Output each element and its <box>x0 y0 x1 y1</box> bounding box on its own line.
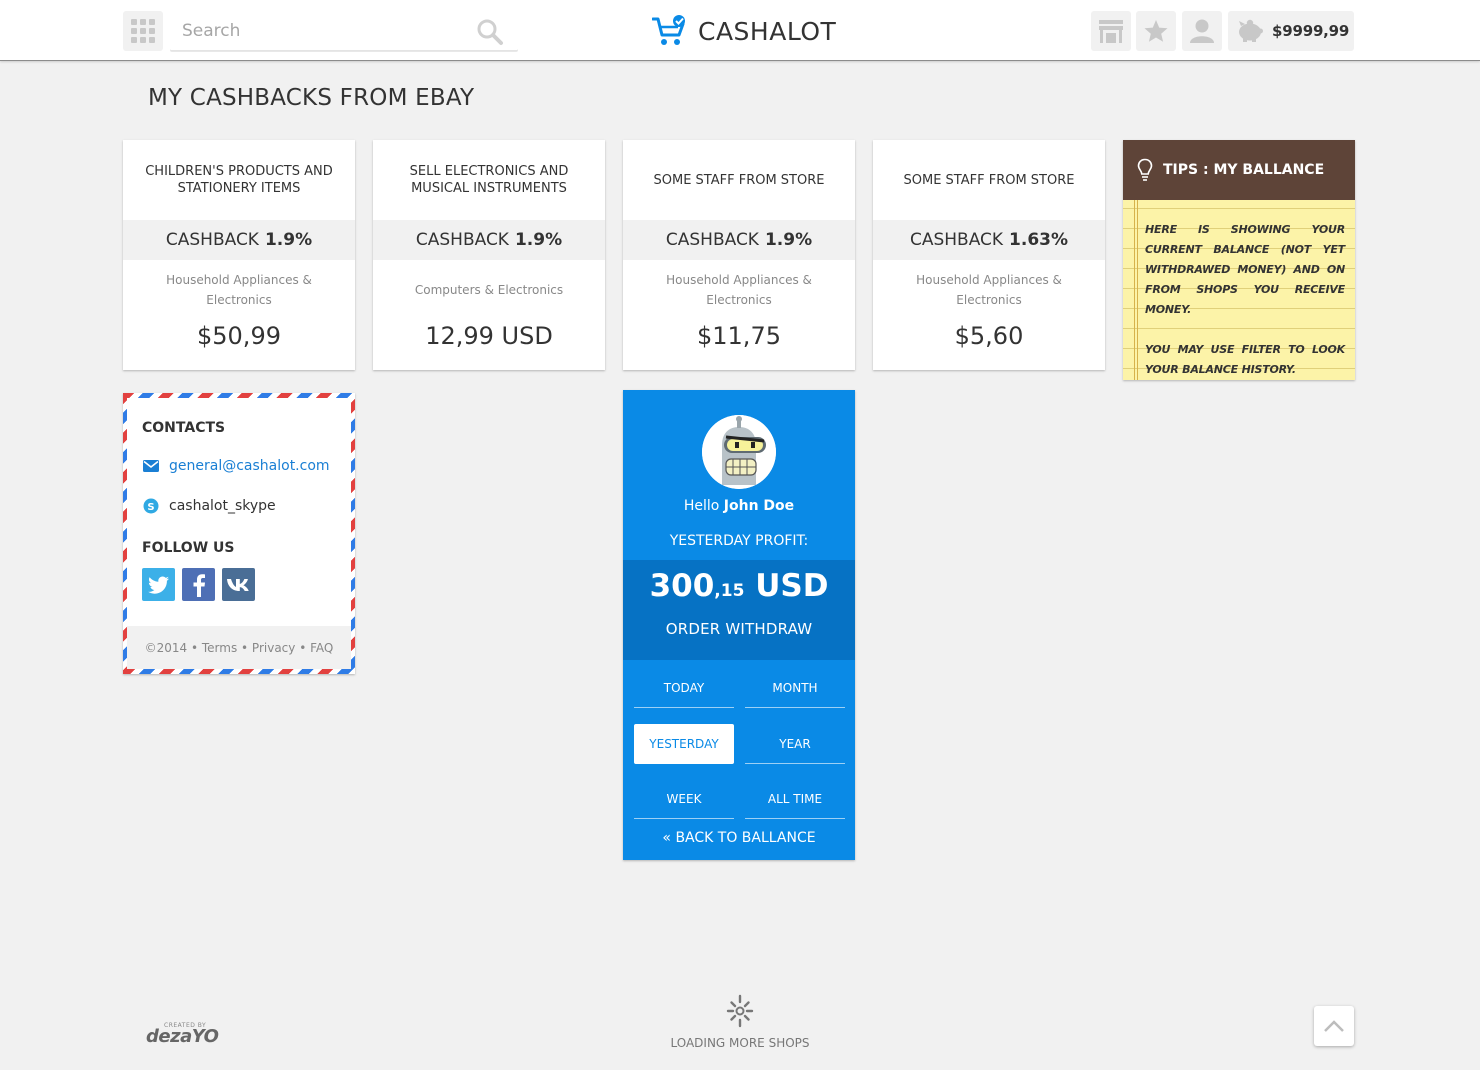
facebook-button[interactable] <box>182 568 215 601</box>
period-today[interactable]: TODAY <box>634 668 734 708</box>
chevron-up-icon <box>1324 1020 1344 1032</box>
contact-skype-name[interactable]: cashalot_skype <box>169 498 276 514</box>
logo-text: CASHALOT <box>698 16 837 46</box>
shop-card-cashback: CASHBACK 1.63% <box>873 220 1105 260</box>
loading-more-shops[interactable]: LOADING MORE SHOPS <box>0 994 1480 1050</box>
back-to-balance-link[interactable]: « BACK TO BALLANCE <box>623 830 855 846</box>
tips-paragraph: YOU MAY USE FILTER TO LOOK YOUR BALANCE … <box>1145 343 1345 376</box>
page-title: MY CASHBACKS FROM EBAY <box>148 85 475 111</box>
lightbulb-icon <box>1137 158 1153 181</box>
cashback-label: CASHBACK <box>909 230 1004 250</box>
apps-menu-button[interactable] <box>123 11 163 51</box>
profit-label: YESTERDAY PROFIT: <box>669 533 809 549</box>
user-name: John Doe <box>723 498 795 514</box>
profile-button[interactable] <box>1182 11 1222 51</box>
contacts-heading: CONTACTS <box>142 420 226 436</box>
star-icon <box>1144 20 1168 42</box>
shop-card[interactable]: CHILDREN'S PRODUCTS AND STATIONERY ITEMS… <box>123 140 355 370</box>
cashback-label: CASHBACK <box>415 230 509 250</box>
shop-card[interactable]: SELL ELECTRONICS AND MUSICAL INSTRUMENTS… <box>373 140 605 370</box>
profit-currency: USD <box>755 568 829 604</box>
piggy-bank-icon <box>1239 19 1263 42</box>
tips-title: TIPS : MY BALLANCE <box>1163 162 1325 178</box>
top-header: CASHALOT $9999,99 <box>0 0 1480 61</box>
profit-box: 300,15 USD ORDER WITHDRAW <box>623 560 855 660</box>
balance-amount: $9999,99 <box>1272 22 1350 40</box>
greeting: Hello John Doe <box>623 498 855 514</box>
twitter-button[interactable] <box>142 568 175 601</box>
loading-text: LOADING MORE SHOPS <box>670 1036 810 1050</box>
period-week[interactable]: WEEK <box>634 779 734 819</box>
tips-header: TIPS : MY BALLANCE <box>1123 140 1355 200</box>
user-avatar[interactable] <box>702 415 776 489</box>
shop-card-category: Household Appliances & Electronics <box>666 273 812 307</box>
shop-card-title: CHILDREN'S PRODUCTS AND STATIONERY ITEMS <box>145 164 333 196</box>
period-yesterday[interactable]: YESTERDAY <box>634 724 734 764</box>
svg-text:S: S <box>147 502 154 513</box>
cashback-label: CASHBACK <box>165 230 259 250</box>
social-links <box>142 568 262 601</box>
shop-card-price: $50,99 <box>197 322 281 350</box>
profit-amount: 300,15 USD <box>623 568 855 604</box>
vk-icon <box>226 578 249 591</box>
shop-card-title: SOME STAFF FROM STORE <box>903 172 1075 188</box>
shop-card-cashback: CASHBACK 1.9% <box>373 220 605 260</box>
period-month[interactable]: MONTH <box>745 668 845 708</box>
contact-email-row: general@cashalot.com <box>142 457 330 475</box>
shop-card-cashback: CASHBACK 1.9% <box>123 220 355 260</box>
skype-icon: S <box>142 497 160 515</box>
shop-card-category: Household Appliances & Electronics <box>166 273 312 307</box>
tips-paragraph: HERE IS SHOWING YOUR CURRENT BALANCE (NO… <box>1145 223 1345 316</box>
cashback-value: 1.63% <box>1009 230 1069 250</box>
tips-notepad: HERE IS SHOWING YOUR CURRENT BALANCE (NO… <box>1123 200 1355 380</box>
cart-check-icon <box>652 15 685 45</box>
cashback-value: 1.9% <box>514 230 563 250</box>
logo[interactable]: CASHALOT <box>652 14 836 48</box>
shop-card-category: Computers & Electronics <box>414 283 564 297</box>
contact-email-link[interactable]: general@cashalot.com <box>169 458 330 474</box>
grid-icon <box>131 19 155 43</box>
period-all-time[interactable]: ALL TIME <box>745 779 845 819</box>
contact-skype-row: S cashalot_skype <box>142 497 276 515</box>
cashback-value: 1.9% <box>264 230 313 250</box>
robot-avatar-icon <box>702 415 776 489</box>
order-withdraw-button[interactable]: ORDER WITHDRAW <box>623 620 855 638</box>
loading-spinner-icon <box>726 994 754 1028</box>
contacts-footer-links[interactable]: ©2014 • Terms • Privacy • FAQ <box>127 626 351 669</box>
greeting-hello: Hello <box>683 498 720 514</box>
contacts-card: CONTACTS general@cashalot.com S cashalot… <box>123 393 355 674</box>
shop-card-title: SELL ELECTRONICS AND MUSICAL INSTRUMENTS <box>409 164 569 196</box>
shop-card-price: $5,60 <box>954 322 1024 350</box>
shop-card[interactable]: SOME STAFF FROM STORE CASHBACK 1.63% Hous… <box>873 140 1105 370</box>
profile-panel: Hello John Doe YESTERDAY PROFIT: 300,15 … <box>623 390 855 860</box>
shop-card-category: Household Appliances & Electronics <box>916 273 1062 307</box>
contacts-inner: CONTACTS general@cashalot.com S cashalot… <box>127 398 351 669</box>
tips-text: HERE IS SHOWING YOUR CURRENT BALANCE (NO… <box>1145 220 1345 380</box>
user-icon <box>1190 19 1214 43</box>
vk-button[interactable] <box>222 568 255 601</box>
shop-card-cashback: CASHBACK 1.9% <box>623 220 855 260</box>
shop-card-price: $11,75 <box>697 322 781 350</box>
store-icon <box>1099 20 1123 43</box>
profit-whole: 300 <box>649 568 715 604</box>
mail-icon <box>142 457 160 475</box>
tips-panel: TIPS : MY BALLANCE HERE IS SHOWING YOUR … <box>1123 140 1355 380</box>
cashback-label: CASHBACK <box>665 230 759 250</box>
follow-heading: FOLLOW US <box>142 540 235 556</box>
shops-button[interactable] <box>1091 11 1131 51</box>
shop-card-title: SOME STAFF FROM STORE <box>653 172 825 188</box>
twitter-icon <box>147 576 169 594</box>
search-icon[interactable] <box>476 18 504 46</box>
shop-card[interactable]: SOME STAFF FROM STORE CASHBACK 1.9% House… <box>623 140 855 370</box>
scroll-to-top-button[interactable] <box>1314 1006 1354 1046</box>
period-year[interactable]: YEAR <box>745 724 845 764</box>
favorites-button[interactable] <box>1136 11 1176 51</box>
shop-card-price: 12,99 USD <box>425 322 553 350</box>
facebook-icon <box>193 573 205 597</box>
balance-button[interactable]: $9999,99 <box>1228 11 1354 51</box>
cashback-value: 1.9% <box>764 230 813 250</box>
search-box <box>170 11 518 51</box>
search-input[interactable] <box>182 19 462 43</box>
profit-cents: ,15 <box>714 581 745 601</box>
